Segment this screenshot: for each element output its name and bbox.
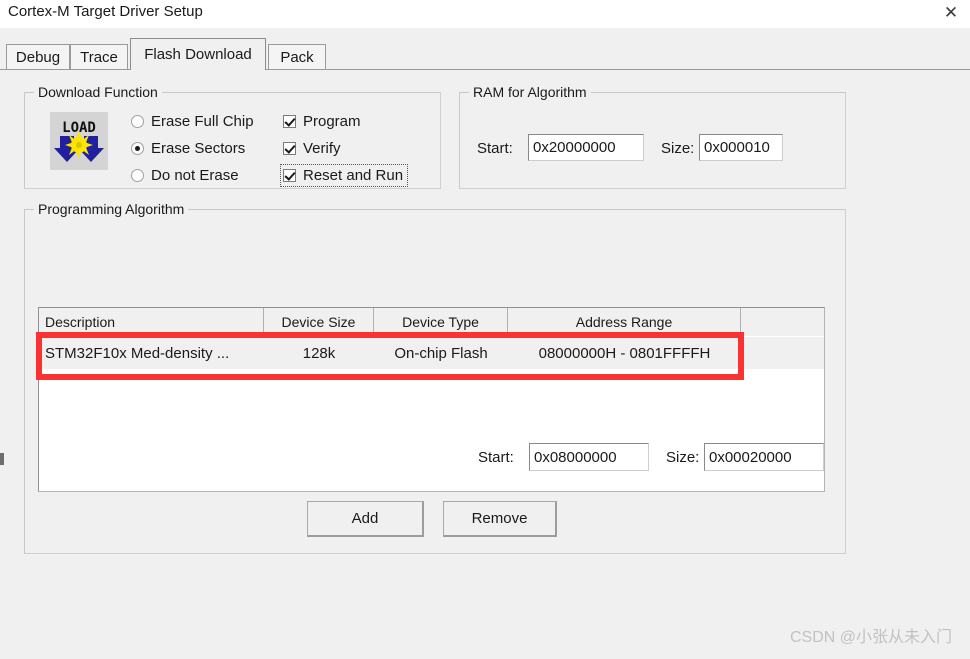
radio-erase-full-chip[interactable]: Erase Full Chip (131, 113, 254, 130)
watermark-text: CSDN @小张从未入门 (789, 629, 952, 646)
flash-start-label: Start: (478, 449, 514, 466)
ram-start-input[interactable]: 0x20000000 (528, 134, 644, 161)
cell-device-size: 128k (302, 344, 336, 362)
checkbox-label: Reset and Run (303, 167, 404, 184)
tab-flash-download[interactable]: Flash Download (130, 38, 266, 70)
flash-size-input[interactable]: 0x00020000 (704, 443, 824, 471)
load-icon: LOAD (50, 112, 108, 170)
checkbox-verify[interactable]: Verify (283, 140, 341, 157)
column-header-extra[interactable] (741, 308, 824, 336)
programming-algorithm-legend: Programming Algorithm (34, 201, 189, 217)
radio-indicator (131, 169, 144, 182)
radio-erase-sectors[interactable]: Erase Sectors (131, 140, 245, 157)
ram-for-algorithm-group: RAM for Algorithm (459, 84, 846, 189)
close-icon[interactable]: ✕ (938, 0, 964, 24)
add-button[interactable]: Add (307, 501, 424, 537)
tab-trace[interactable]: Trace (70, 44, 128, 70)
radio-label: Erase Sectors (151, 140, 246, 157)
ram-for-algorithm-legend: RAM for Algorithm (469, 84, 591, 100)
column-header-device-size[interactable]: Device Size (264, 308, 374, 336)
edge-artifact (0, 453, 4, 465)
checkbox-label: Program (303, 113, 361, 130)
download-function-legend: Download Function (34, 84, 162, 100)
radio-label: Erase Full Chip (151, 113, 254, 130)
ram-start-label: Start: (477, 140, 513, 157)
table-header-row: Description Device Size Device Type Addr… (39, 308, 824, 336)
flash-start-input[interactable]: 0x08000000 (529, 443, 649, 471)
radio-label: Do not Erase (151, 167, 239, 184)
ram-size-input[interactable]: 0x000010 (699, 134, 783, 161)
radio-indicator (131, 115, 144, 128)
cell-address-range: 08000000H - 0801FFFFH (538, 344, 711, 362)
cell-device-type: On-chip Flash (394, 344, 488, 362)
remove-button[interactable]: Remove (443, 501, 557, 537)
tab-strip: Debug Trace Flash Download Pack (0, 28, 970, 70)
window-titlebar: Cortex-M Target Driver Setup ✕ (0, 0, 970, 28)
column-header-address-range[interactable]: Address Range (508, 308, 741, 336)
radio-indicator (131, 142, 144, 155)
window-title: Cortex-M Target Driver Setup (8, 3, 203, 20)
cell-extra (741, 337, 824, 369)
radio-do-not-erase[interactable]: Do not Erase (131, 167, 239, 184)
tab-pack[interactable]: Pack (268, 44, 326, 70)
checkbox-program[interactable]: Program (283, 113, 361, 130)
checkbox-reset-and-run[interactable]: Reset and Run (279, 164, 409, 187)
checkbox-label: Verify (303, 140, 341, 157)
table-row[interactable]: STM32F10x Med-density ... 128k On-chip F… (39, 337, 824, 369)
flash-size-label: Size: (666, 449, 700, 466)
flash-download-panel: Download Function LOAD Erase Full Chip E… (0, 70, 970, 659)
tab-debug[interactable]: Debug (6, 44, 70, 70)
cell-description: STM32F10x Med-density ... (45, 344, 230, 362)
ram-size-label: Size: (661, 140, 695, 157)
checkbox-indicator (283, 115, 296, 128)
checkbox-indicator (283, 169, 296, 182)
column-header-description[interactable]: Description (39, 308, 264, 336)
column-header-device-type[interactable]: Device Type (374, 308, 508, 336)
checkbox-indicator (283, 142, 296, 155)
